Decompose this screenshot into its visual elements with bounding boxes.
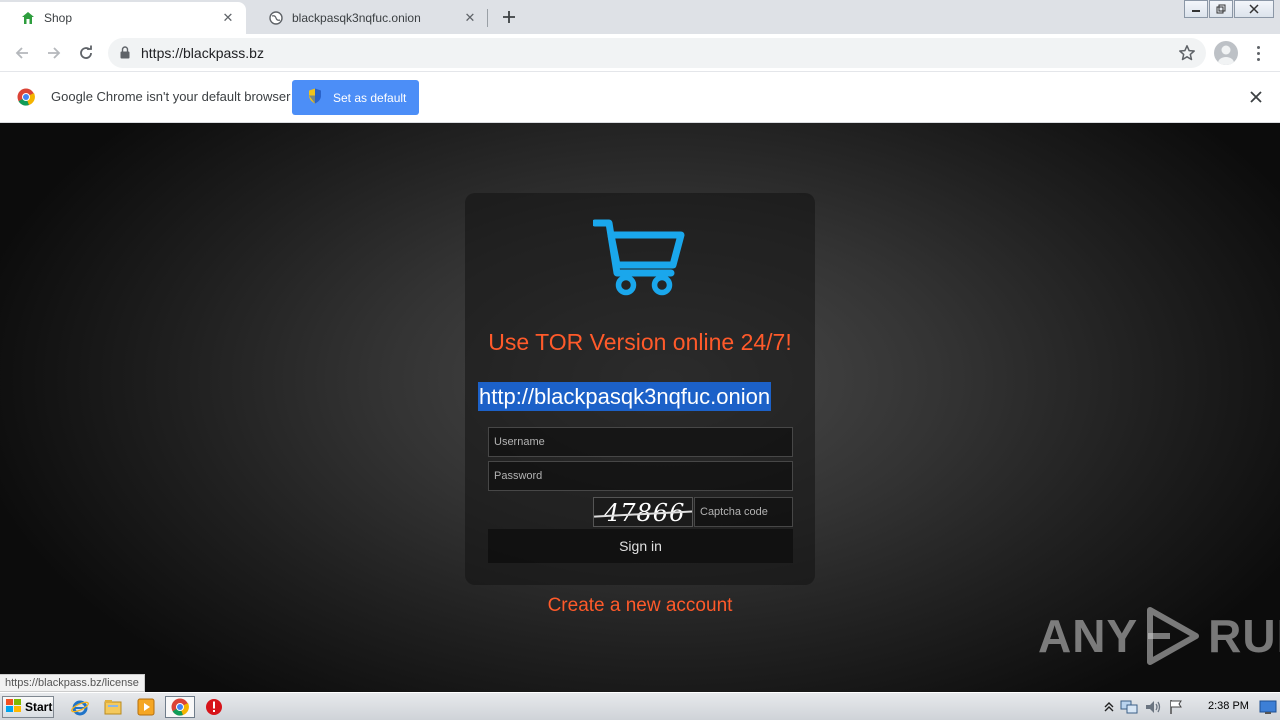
star-icon[interactable] — [1178, 44, 1196, 65]
tab-onion[interactable]: blackpasqk3nqfuc.onion ✕ — [248, 2, 488, 34]
shop-favicon-icon — [20, 10, 36, 26]
tab-close-icon[interactable]: ✕ — [462, 10, 478, 26]
anyrun-watermark: ANY RUN — [1038, 606, 1280, 666]
tab-close-icon[interactable]: ✕ — [220, 10, 236, 26]
close-icon — [1249, 4, 1259, 14]
tab-title: Shop — [44, 11, 73, 25]
watermark-left-text: ANY — [1038, 610, 1139, 662]
minimize-icon — [1192, 10, 1200, 12]
browser-toolbar: https://blackpass.bz — [0, 34, 1280, 72]
default-browser-infobar: Google Chrome isn't your default browser… — [0, 72, 1280, 123]
tor-headline: Use TOR Version online 24/7! — [488, 329, 792, 355]
restore-button[interactable] — [1209, 0, 1233, 18]
tab-strip: Shop ✕ blackpasqk3nqfuc.onion ✕ — [0, 0, 1280, 34]
start-button[interactable]: Start — [2, 696, 54, 718]
password-input[interactable] — [488, 461, 793, 491]
username-input[interactable] — [488, 427, 793, 457]
internet-explorer-icon[interactable] — [69, 697, 91, 717]
captcha-input[interactable] — [694, 497, 793, 527]
set-as-default-button[interactable]: Set as default — [292, 80, 419, 115]
page-content: Use TOR Version online 24/7! http://blac… — [0, 123, 1280, 692]
windows-taskbar: Start 2:38 PM — [0, 692, 1280, 720]
set-as-default-label: Set as default — [333, 90, 407, 105]
arrow-left-icon — [15, 47, 28, 59]
infobar-close-icon[interactable] — [1247, 88, 1265, 106]
media-player-icon[interactable] — [135, 697, 157, 717]
taskbar-clock[interactable]: 2:38 PM — [1208, 700, 1249, 712]
create-account-text[interactable]: Create a new account — [548, 595, 733, 616]
network-icon[interactable] — [1120, 699, 1138, 715]
tab-separator — [487, 9, 488, 27]
start-label: Start — [25, 700, 53, 714]
tab-shop[interactable]: Shop ✕ — [0, 2, 246, 34]
watermark-right-text: RUN — [1208, 610, 1280, 662]
new-tab-button[interactable] — [498, 6, 520, 28]
tray-expand-icon[interactable] — [1104, 701, 1114, 713]
onion-link[interactable]: http://blackpasqk3nqfuc.onion — [478, 382, 772, 411]
action-center-flag-icon[interactable] — [1168, 699, 1184, 715]
restore-icon — [1216, 4, 1226, 14]
back-button[interactable] — [10, 41, 34, 65]
chrome-logo-icon — [17, 88, 35, 109]
arrow-right-icon — [48, 47, 61, 59]
sign-in-button[interactable]: Sign in — [488, 529, 793, 563]
link-status-bubble: https://blackpass.bz/license — [0, 674, 145, 692]
reload-icon — [80, 45, 92, 59]
stop-security-icon[interactable] — [203, 697, 225, 717]
show-desktop-icon[interactable] — [1259, 699, 1277, 715]
tab-title: blackpasqk3nqfuc.onion — [292, 11, 421, 25]
address-url: https://blackpass.bz — [141, 45, 264, 61]
chrome-taskbar-icon[interactable] — [165, 696, 195, 718]
file-explorer-icon[interactable] — [102, 697, 124, 717]
forward-button[interactable] — [42, 41, 66, 65]
reload-button[interactable] — [74, 41, 98, 65]
address-bar[interactable]: https://blackpass.bz — [108, 38, 1206, 68]
plus-icon — [503, 11, 515, 23]
volume-icon[interactable] — [1144, 699, 1162, 715]
window-close-button[interactable] — [1234, 0, 1274, 18]
shopping-cart-icon — [591, 217, 685, 300]
minimize-button[interactable] — [1184, 0, 1208, 18]
globe-icon — [268, 10, 284, 26]
windows-logo-icon — [6, 698, 22, 716]
system-tray — [1104, 695, 1184, 719]
menu-dots-icon[interactable] — [1248, 41, 1268, 65]
infobar-message: Google Chrome isn't your default browser — [51, 89, 291, 104]
profile-avatar-icon[interactable] — [1214, 41, 1238, 65]
login-panel: Use TOR Version online 24/7! http://blac… — [465, 193, 815, 585]
captcha-image: 47866 — [593, 497, 693, 527]
lock-icon — [120, 46, 130, 62]
uac-shield-icon — [308, 88, 322, 107]
play-logo-icon — [1147, 607, 1200, 665]
